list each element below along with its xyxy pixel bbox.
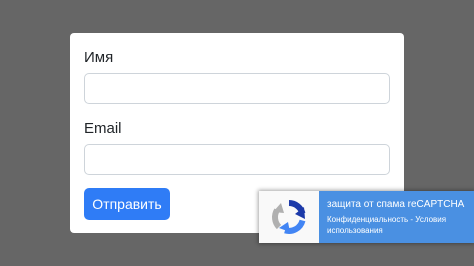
recaptcha-info-panel: защита от спама reCAPTCHA Конфиденциальн… <box>319 191 474 243</box>
email-label: Email <box>84 120 122 137</box>
recaptcha-title: защита от спама reCAPTCHA <box>327 199 465 210</box>
email-input[interactable] <box>84 144 390 175</box>
recaptcha-links: Конфиденциальность - Условия использован… <box>327 214 468 236</box>
name-input[interactable] <box>84 73 390 104</box>
recaptcha-logo <box>259 191 319 243</box>
recaptcha-logo-icon <box>272 200 306 234</box>
submit-button[interactable]: Отправить <box>84 188 170 220</box>
name-label: Имя <box>84 49 114 66</box>
recaptcha-badge[interactable]: защита от спама reCAPTCHA Конфиденциальн… <box>259 191 474 243</box>
privacy-link[interactable]: Конфиденциальность <box>327 215 408 224</box>
